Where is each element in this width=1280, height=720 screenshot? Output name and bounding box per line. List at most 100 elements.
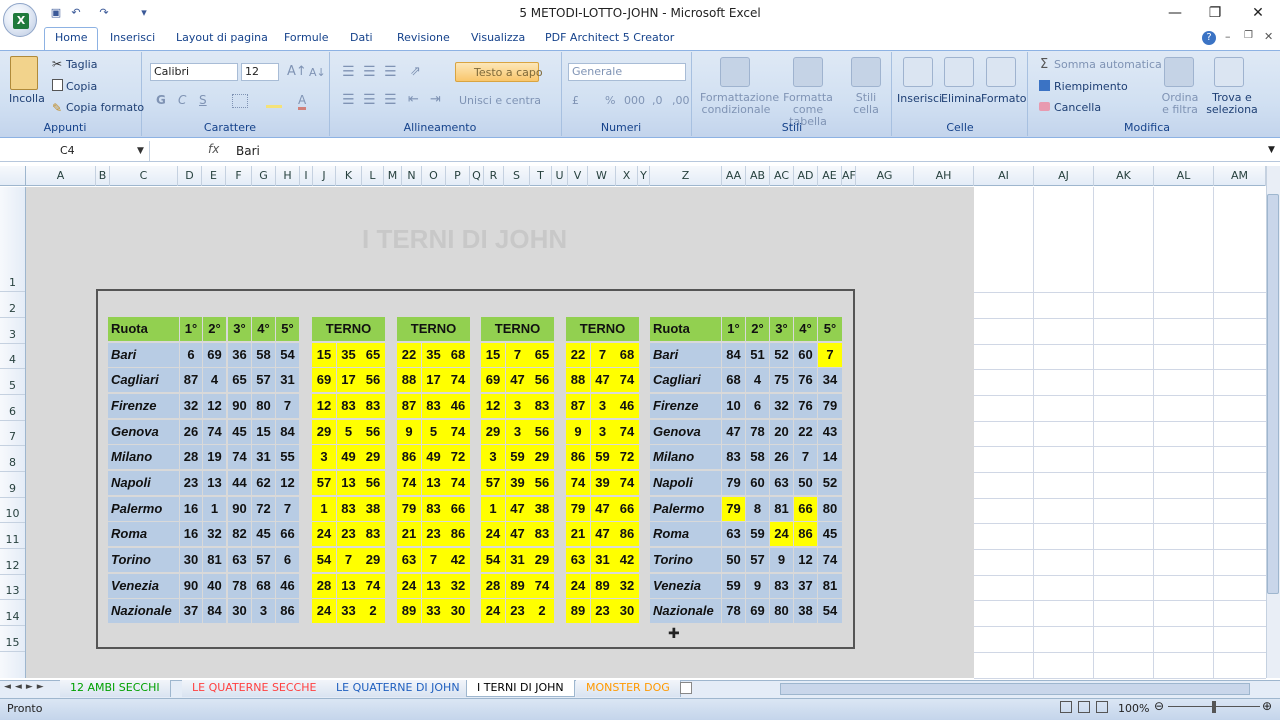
tab-visualizza[interactable]: Visualizza [461, 28, 535, 50]
cut-button[interactable]: Taglia [66, 58, 97, 71]
row-header-11[interactable]: 11 [0, 533, 25, 547]
ribbon-restore-icon[interactable]: ❐ [1244, 30, 1253, 41]
zoom-out-icon[interactable]: ⊖ [1154, 699, 1164, 713]
row-header-15[interactable]: 15 [0, 636, 25, 650]
column-header-ag[interactable]: AG [856, 166, 914, 186]
row-header-7[interactable]: 7 [0, 430, 25, 444]
borders-icon[interactable] [232, 94, 248, 108]
close-icon[interactable]: ✕ [1243, 4, 1273, 22]
column-header-d[interactable]: D [178, 166, 202, 186]
decrease-decimal-icon[interactable]: ,00 [672, 94, 690, 107]
new-sheet-icon[interactable] [680, 682, 692, 694]
vertical-scroll-thumb[interactable] [1267, 194, 1279, 594]
sort-filter-icon[interactable] [1164, 57, 1194, 87]
column-header-x[interactable]: X [616, 166, 638, 186]
currency-icon[interactable]: £ [572, 94, 579, 107]
horizontal-scrollbar[interactable] [780, 683, 1250, 695]
column-header-b[interactable]: B [96, 166, 110, 186]
formula-input[interactable]: Bari [236, 144, 260, 158]
find-select-icon[interactable] [1214, 57, 1244, 87]
column-header-a[interactable]: A [26, 166, 96, 186]
align-bottom-icon[interactable]: ☰ [384, 64, 397, 80]
number-format-combo[interactable]: Generale [568, 63, 686, 81]
font-color-icon[interactable]: A [298, 93, 307, 110]
merge-center-button[interactable]: Unisci e centra [459, 94, 541, 107]
autosum-button[interactable]: Somma automatica [1054, 58, 1162, 71]
decrease-indent-icon[interactable]: ⇤ [408, 92, 419, 107]
row-header-3[interactable]: 3 [0, 328, 25, 342]
align-center-icon[interactable]: ☰ [363, 92, 376, 108]
underline-button[interactable]: S [199, 93, 207, 107]
shrink-font-icon[interactable]: A↓ [309, 66, 326, 79]
conditional-format-button[interactable]: Formattazione condizionale [700, 92, 779, 116]
tab-dati[interactable]: Dati [340, 28, 383, 50]
column-header-af[interactable]: AF [842, 166, 856, 186]
column-header-am[interactable]: AM [1214, 166, 1266, 186]
column-header-n[interactable]: N [402, 166, 422, 186]
column-header-ac[interactable]: AC [770, 166, 794, 186]
row-header-1[interactable]: 1 [0, 276, 25, 290]
increase-decimal-icon[interactable]: ,0 [652, 94, 663, 107]
column-header-ah[interactable]: AH [914, 166, 974, 186]
name-box[interactable]: C4 [0, 141, 150, 161]
sheet-tab[interactable]: LE QUATERNE SECCHE [182, 680, 328, 697]
ribbon-close-icon[interactable]: ✕ [1264, 30, 1273, 43]
column-header-aj[interactable]: AJ [1034, 166, 1094, 186]
row-header-10[interactable]: 10 [0, 507, 25, 521]
row-header-2[interactable]: 2 [0, 302, 25, 316]
column-header-o[interactable]: O [422, 166, 446, 186]
italic-button[interactable]: C [178, 93, 186, 107]
cell-styles-button[interactable]: Stili cella [848, 92, 884, 116]
format-cells-button[interactable]: Formato [981, 92, 1027, 105]
column-header-p[interactable]: P [446, 166, 470, 186]
tab-home[interactable]: Home [44, 27, 99, 51]
sheet-tab[interactable]: I TERNI DI JOHN [466, 680, 575, 697]
minimize-icon[interactable]: — [1160, 4, 1190, 22]
normal-view-icon[interactable] [1060, 701, 1072, 713]
row-header-4[interactable]: 4 [0, 353, 25, 367]
column-header-l[interactable]: L [362, 166, 384, 186]
font-name-combo[interactable]: Calibri [150, 63, 238, 81]
column-header-ak[interactable]: AK [1094, 166, 1154, 186]
row-header-6[interactable]: 6 [0, 405, 25, 419]
cell-styles-icon[interactable] [851, 57, 881, 87]
format-cells-icon[interactable] [986, 57, 1016, 87]
column-header-y[interactable]: Y [638, 166, 650, 186]
row-header-12[interactable]: 12 [0, 559, 25, 573]
sheet-tab[interactable]: 12 AMBI SECCHI [60, 680, 171, 697]
row-header-13[interactable]: 13 [0, 584, 25, 598]
tab-inserisci[interactable]: Inserisci [100, 28, 165, 50]
fill-color-icon[interactable] [266, 94, 282, 108]
column-header-ai[interactable]: AI [974, 166, 1034, 186]
name-box-dropdown-icon[interactable]: ▼ [137, 146, 144, 156]
formula-expand-icon[interactable]: ▼ [1268, 145, 1275, 155]
column-header-s[interactable]: S [504, 166, 530, 186]
column-header-ab[interactable]: AB [746, 166, 770, 186]
column-header-g[interactable]: G [252, 166, 276, 186]
column-header-al[interactable]: AL [1154, 166, 1214, 186]
zoom-in-icon[interactable]: ⊕ [1262, 699, 1272, 713]
row-header-14[interactable]: 14 [0, 610, 25, 624]
delete-cells-button[interactable]: Elimina [941, 92, 982, 105]
insert-cells-button[interactable]: Inserisci [897, 92, 942, 105]
align-left-icon[interactable]: ☰ [342, 92, 355, 108]
zoom-slider-thumb[interactable] [1212, 701, 1216, 713]
column-header-z[interactable]: Z [650, 166, 722, 186]
column-header-u[interactable]: U [552, 166, 568, 186]
fill-button[interactable]: Riempimento [1054, 80, 1128, 93]
column-header-t[interactable]: T [530, 166, 552, 186]
column-header-k[interactable]: K [336, 166, 362, 186]
thousands-icon[interactable]: 000 [624, 94, 645, 107]
align-middle-icon[interactable]: ☰ [363, 64, 376, 80]
column-header-ae[interactable]: AE [818, 166, 842, 186]
insert-cells-icon[interactable] [903, 57, 933, 87]
align-right-icon[interactable]: ☰ [384, 92, 397, 108]
page-break-view-icon[interactable] [1096, 701, 1108, 713]
fx-icon[interactable]: fx [208, 142, 219, 156]
format-table-icon[interactable] [793, 57, 823, 87]
column-header-aa[interactable]: AA [722, 166, 746, 186]
paste-icon[interactable] [10, 56, 38, 90]
conditional-format-icon[interactable] [720, 57, 750, 87]
ribbon-minimize-icon[interactable]: – [1225, 30, 1231, 43]
office-button[interactable]: X [3, 3, 37, 37]
